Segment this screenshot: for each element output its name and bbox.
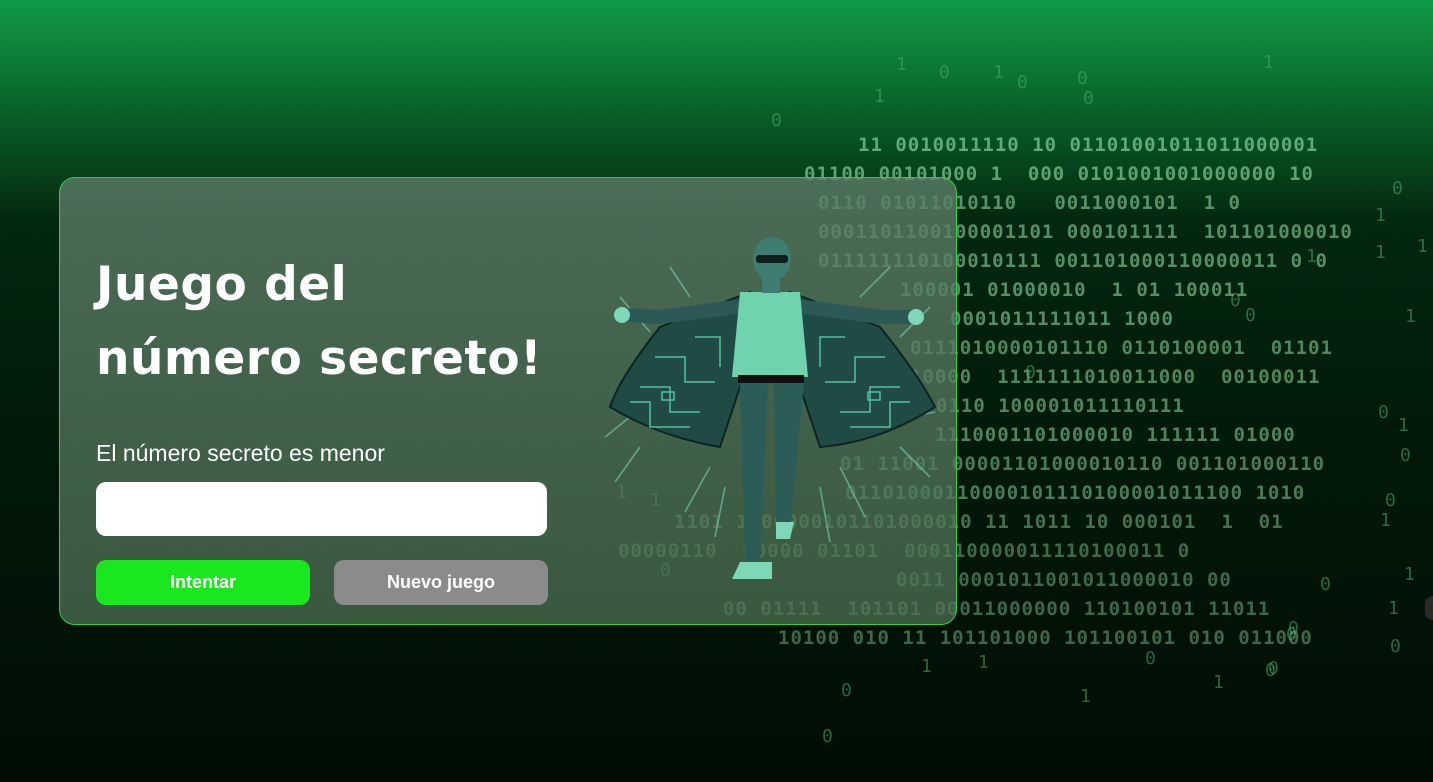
matrix-digit: 0 (939, 62, 950, 83)
right-leg-icon (774, 383, 804, 532)
right-hand-icon (908, 309, 924, 325)
matrix-line: 0110 100001011110111 (936, 395, 1185, 417)
matrix-digit: 1 (1380, 510, 1391, 531)
title-line-2: número secreto! (96, 331, 543, 386)
matrix-digit: 1 (1404, 564, 1415, 585)
matrix-digit: 1 (1213, 672, 1224, 693)
matrix-digit: 0 (1320, 574, 1331, 595)
matrix-digit: 1 (993, 62, 1004, 83)
hint-message: El número secreto es menor (96, 440, 385, 466)
torso-icon (732, 292, 808, 377)
matrix-digit: 1 (1388, 598, 1399, 619)
matrix-line: 10000 1111111010011000 00100011 (910, 366, 1321, 388)
button-row: Intentar Nuevo juego (96, 560, 548, 605)
game-panel: Juego del número secreto! El número secr… (96, 248, 548, 605)
matrix-digit: 1 (1375, 242, 1386, 263)
sunglasses-icon (756, 255, 788, 263)
matrix-digit: 0 (1392, 178, 1403, 199)
matrix-digit: 0 (1245, 305, 1256, 326)
matrix-digit: 0 (1077, 68, 1088, 89)
matrix-digit: 1 (896, 54, 907, 75)
matrix-digit: 0 (1025, 362, 1036, 383)
matrix-digit: 0 (1378, 402, 1389, 423)
left-arm-icon (618, 300, 742, 325)
new-game-button[interactable]: Nuevo juego (334, 560, 548, 605)
matrix-digit: 1 (1306, 246, 1317, 267)
left-hand-icon (614, 307, 630, 323)
matrix-digit: 0 (1145, 648, 1156, 669)
scroll-handle[interactable] (1425, 596, 1433, 620)
matrix-digit: 0 (1390, 636, 1401, 657)
matrix-digit: 0 (1083, 88, 1094, 109)
guess-input[interactable] (96, 482, 547, 536)
matrix-line: 0001011111011 1000 (950, 308, 1174, 330)
left-leg-icon (740, 383, 768, 567)
matrix-digit: 1 (1080, 686, 1091, 707)
right-shoe-icon (776, 522, 794, 539)
matrix-digit: 1 (1263, 52, 1274, 73)
matrix-digit: 1 (1398, 415, 1409, 436)
matrix-digit: 0 (1385, 490, 1396, 511)
matrix-digit: 0 (771, 110, 782, 131)
belt-icon (738, 375, 804, 383)
matrix-line: 0111010000101110 0110100001 01101 (910, 337, 1333, 359)
try-button[interactable]: Intentar (96, 560, 310, 605)
left-shoe-icon (732, 562, 772, 579)
matrix-digit: 0 (1286, 624, 1297, 645)
matrix-digit: 1 (1375, 205, 1386, 226)
right-arm-icon (798, 300, 919, 324)
matrix-digit: 0 (1017, 72, 1028, 93)
matrix-digit: 1 (921, 656, 932, 677)
matrix-line: 1110001101000010 111111 01000 (935, 424, 1296, 446)
matrix-digit: 1 (874, 86, 885, 107)
title-line-1: Juego del (96, 257, 348, 312)
matrix-digit: 0 (1400, 445, 1411, 466)
matrix-line: 11 0010011110 10 01101001011011000001 (858, 134, 1319, 156)
matrix-digit: 1 (978, 652, 989, 673)
matrix-man-illustration (604, 237, 937, 579)
matrix-digit: 1 (1405, 306, 1416, 327)
matrix-digit: 1 (1417, 236, 1428, 257)
matrix-digit: 0 (822, 726, 833, 747)
page-title: Juego del número secreto! (96, 248, 548, 396)
matrix-line: 10100 010 11 101101000 101100101 010 011… (778, 627, 1313, 649)
matrix-digit: 0 (1230, 290, 1241, 311)
matrix-digit: 0 (841, 680, 852, 701)
matrix-digit: 0 (1268, 658, 1279, 679)
